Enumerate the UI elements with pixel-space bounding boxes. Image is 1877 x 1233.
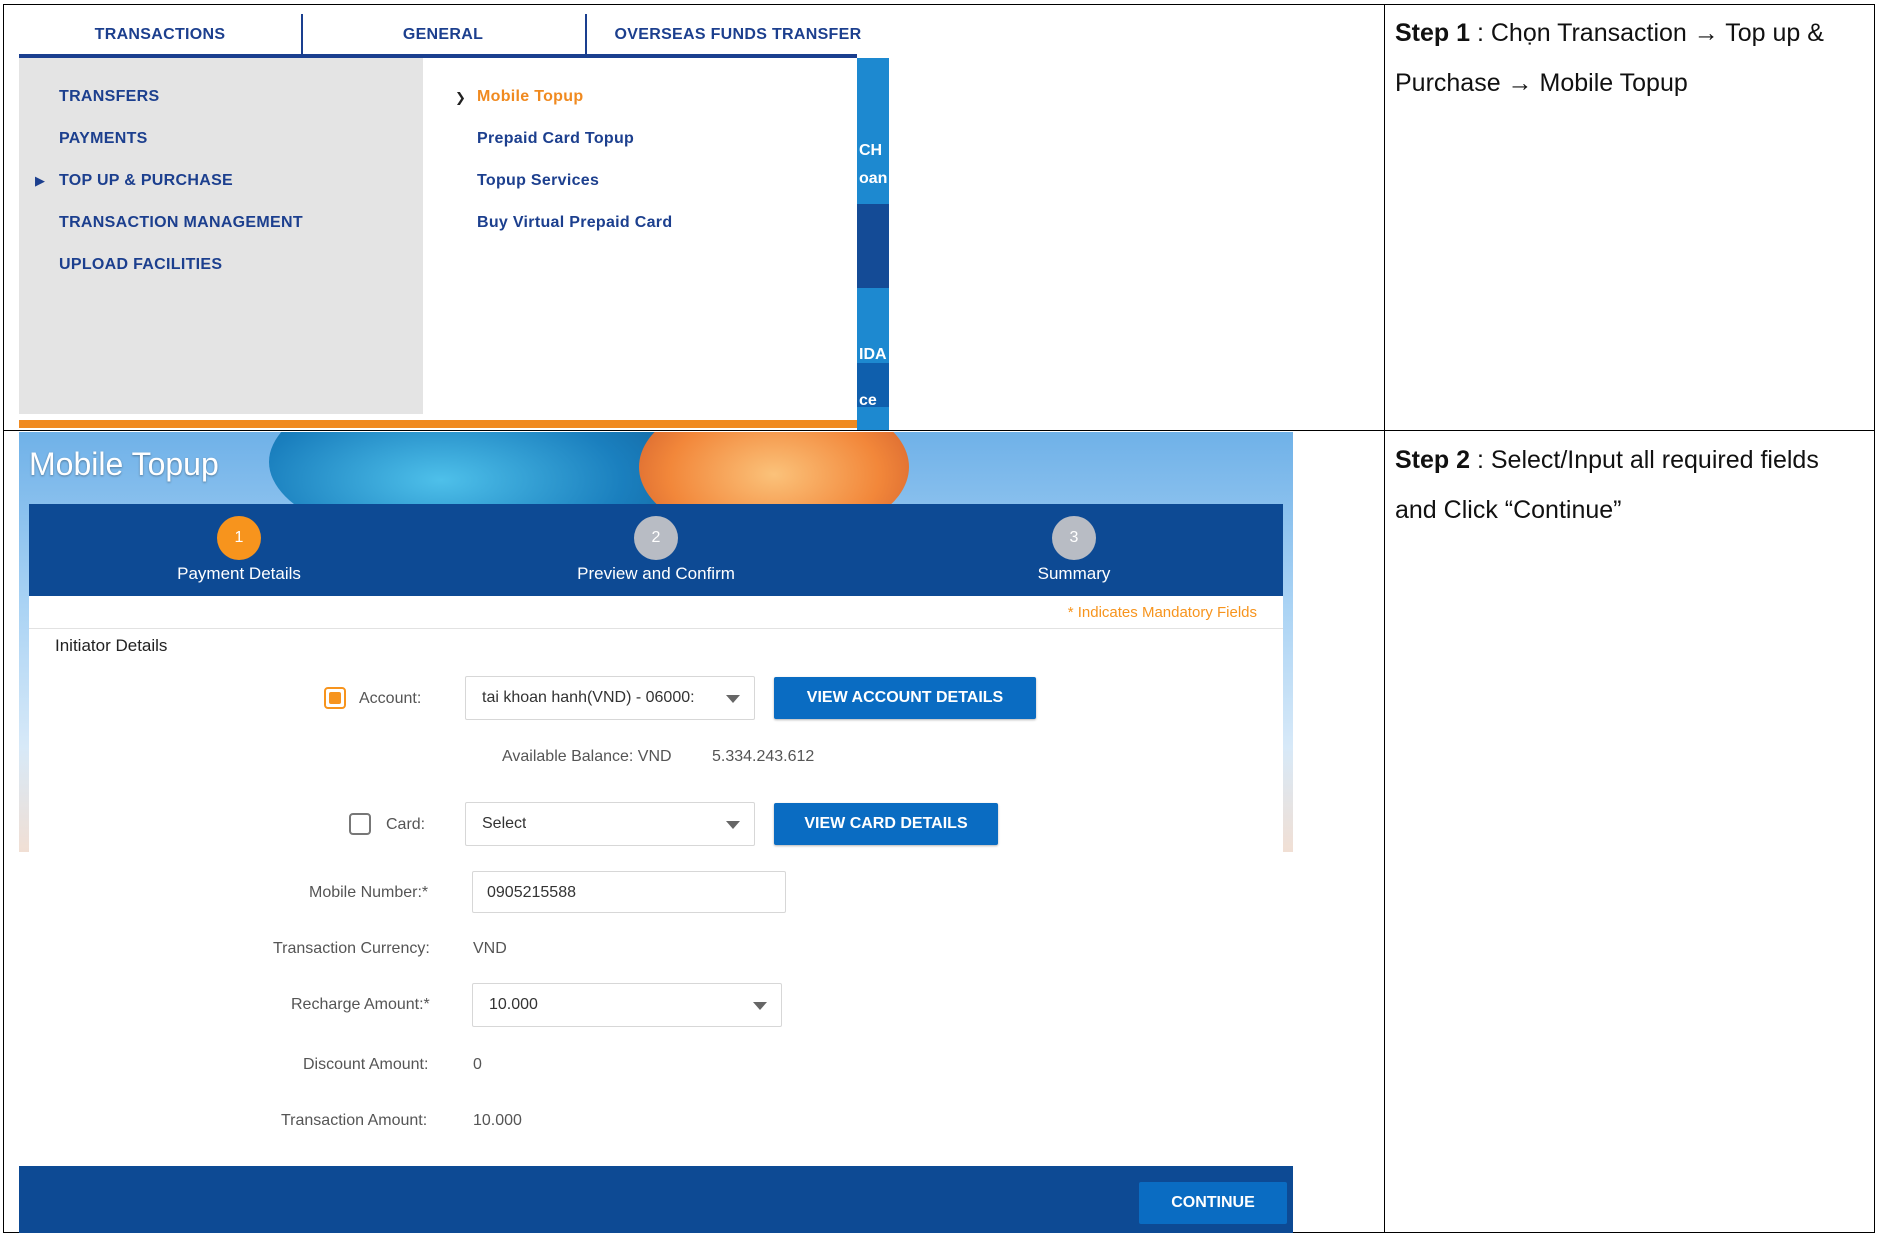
- discount-amount-label: Discount Amount:: [303, 1056, 429, 1073]
- mobile-number-value: 0905215588: [487, 884, 576, 901]
- recharge-amount-select[interactable]: 10.000: [472, 983, 782, 1027]
- edge-text: ce: [859, 392, 877, 409]
- account-label: Account:: [359, 690, 422, 707]
- triangle-right-icon: ▶: [35, 173, 45, 188]
- view-card-details-button[interactable]: VIEW CARD DETAILS: [774, 803, 998, 845]
- menu-item-transfers[interactable]: TRANSFERS: [59, 88, 159, 106]
- hero-background: Mobile Topup 1 Payment Details 2 Preview…: [19, 432, 1293, 852]
- menu-item-mobile-topup[interactable]: Mobile Topup: [477, 88, 583, 106]
- step-summary: 3 Summary: [924, 516, 1224, 584]
- step-label: Preview and Confirm: [577, 564, 735, 583]
- step-1-label: Step 1: [1395, 19, 1471, 47]
- background-page-edge: CH oan IDA ce: [857, 58, 889, 430]
- menu-item-prepaid-card-topup[interactable]: Prepaid Card Topup: [477, 130, 634, 148]
- card-select[interactable]: Select: [465, 802, 755, 846]
- mobile-topup-screenshot: Mobile Topup 1 Payment Details 2 Preview…: [19, 432, 1293, 1233]
- tab-general[interactable]: GENERAL: [303, 14, 583, 56]
- transaction-currency-label: Transaction Currency:: [273, 940, 430, 957]
- page-title: Mobile Topup: [29, 446, 219, 482]
- mobile-number-label: Mobile Number:*: [309, 884, 429, 901]
- account-select-value: tai khoan hanh(VND) - 06000:: [482, 689, 695, 706]
- discount-amount-value: 0: [473, 1056, 482, 1073]
- mobile-number-input[interactable]: 0905215588: [472, 871, 786, 913]
- step-number: 3: [1052, 516, 1096, 560]
- edge-text: IDA: [859, 346, 887, 363]
- divider: [29, 628, 1283, 629]
- step-number: 2: [634, 516, 678, 560]
- tab-overseas-funds-transfer[interactable]: OVERSEAS FUNDS TRANSFER: [587, 14, 889, 56]
- account-select[interactable]: tai khoan hanh(VND) - 06000:: [465, 676, 755, 720]
- step-label: Summary: [1037, 564, 1111, 583]
- column-divider: [1384, 5, 1385, 1232]
- recharge-amount-label: Recharge Amount:*: [291, 996, 430, 1013]
- chevron-down-icon: [726, 821, 740, 829]
- tab-transactions[interactable]: TRANSACTIONS: [19, 14, 301, 56]
- step-number: 1: [217, 516, 261, 560]
- card-label: Card:: [386, 816, 426, 833]
- menu-left-panel: TRANSFERS PAYMENTS ▶ TOP UP & PURCHASE T…: [19, 58, 423, 414]
- menu-tab-bar: TRANSACTIONS GENERAL OVERSEAS FUNDS TRAN…: [19, 14, 889, 56]
- mandatory-note: * Indicates Mandatory Fields: [1067, 604, 1257, 621]
- transaction-amount-value: 10.000: [473, 1112, 522, 1129]
- transactions-menu-screenshot: TRANSACTIONS GENERAL OVERSEAS FUNDS TRAN…: [19, 14, 889, 430]
- initiator-details-panel: * Indicates Mandatory Fields Initiator D…: [29, 596, 1283, 852]
- menu-item-payments[interactable]: PAYMENTS: [59, 130, 148, 148]
- transaction-currency-value: VND: [473, 940, 507, 957]
- step-2-label: Step 2: [1395, 446, 1471, 474]
- recharge-amount-value: 10.000: [489, 996, 538, 1013]
- progress-stepper: 1 Payment Details 2 Preview and Confirm …: [29, 504, 1283, 596]
- footer-action-bar: CONTINUE: [19, 1166, 1293, 1233]
- step-preview-confirm: 2 Preview and Confirm: [506, 516, 806, 584]
- menu-item-transaction-management[interactable]: TRANSACTION MANAGEMENT: [59, 214, 303, 232]
- step-label: Payment Details: [177, 564, 301, 583]
- available-balance-label: Available Balance: VND: [502, 748, 672, 765]
- menu-right-panel: ❯ Mobile Topup Prepaid Card Topup Topup …: [423, 58, 857, 414]
- step-1-description: Step 1 : Chọn Transaction → Top up & Pur…: [1395, 8, 1845, 108]
- step-payment-details: 1 Payment Details: [89, 516, 389, 584]
- account-checkbox[interactable]: [324, 687, 346, 709]
- section-title: Initiator Details: [55, 636, 168, 655]
- card-checkbox[interactable]: [349, 813, 371, 835]
- chevron-down-icon: [726, 695, 740, 703]
- menu-bottom-accent: [19, 420, 857, 428]
- menu-item-upload-facilities[interactable]: UPLOAD FACILITIES: [59, 256, 222, 274]
- chevron-down-icon: [753, 1002, 767, 1010]
- view-account-details-button[interactable]: VIEW ACCOUNT DETAILS: [774, 677, 1036, 719]
- row-divider: [4, 430, 1874, 431]
- step-2-description: Step 2 : Select/Input all required field…: [1395, 435, 1845, 535]
- menu-item-buy-virtual-prepaid-card[interactable]: Buy Virtual Prepaid Card: [477, 214, 672, 232]
- edge-text: CH: [859, 142, 883, 159]
- menu-item-topup-services[interactable]: Topup Services: [477, 172, 599, 190]
- continue-button[interactable]: CONTINUE: [1139, 1182, 1287, 1224]
- card-select-value: Select: [482, 815, 527, 832]
- available-balance-value: 5.334.243.612: [712, 748, 815, 765]
- menu-item-top-up-purchase[interactable]: TOP UP & PURCHASE: [59, 172, 233, 190]
- edge-dark-band: [857, 204, 889, 288]
- transaction-amount-label: Transaction Amount:: [281, 1112, 428, 1129]
- edge-text: oan: [859, 170, 888, 187]
- chevron-right-icon: ❯: [455, 90, 466, 105]
